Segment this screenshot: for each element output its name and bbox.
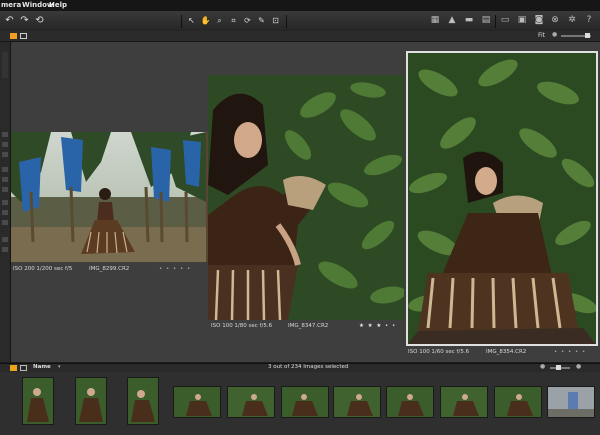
select-icon[interactable]: ↖ xyxy=(186,15,197,26)
exif-info: ISO 200 1/200 sec f/5 xyxy=(13,266,73,272)
person-icon: ● xyxy=(540,363,546,370)
selection-status: 3 out of 234 Images selected xyxy=(268,364,349,370)
rating-stars[interactable]: ★ ★ ★ • • xyxy=(359,321,396,331)
person-icon: ● xyxy=(576,363,582,370)
sort-dropdown[interactable]: Name xyxy=(33,364,51,370)
filename-label: IMG_8354.CR2 xyxy=(486,349,527,355)
filename-label: IMG_8299.CR2 xyxy=(89,266,130,272)
photo-img-8347[interactable] xyxy=(208,75,404,320)
tool-icon[interactable] xyxy=(2,152,8,157)
grid-view-icon[interactable] xyxy=(10,33,17,39)
panel-handle[interactable] xyxy=(2,52,8,78)
tool-icon[interactable] xyxy=(2,220,8,225)
rating-stars[interactable]: • • • • • xyxy=(554,347,586,357)
thumbnail[interactable] xyxy=(227,386,275,418)
tool-icon[interactable] xyxy=(2,167,8,172)
caption-img-8299: ISO 200 1/200 sec f/5 IMG_8299.CR2 • • •… xyxy=(13,264,213,274)
tool-icon[interactable] xyxy=(2,247,8,252)
thumbnail[interactable] xyxy=(22,377,54,425)
tool-icon[interactable] xyxy=(2,142,8,147)
filename-label: IMG_8347.CR2 xyxy=(288,323,329,329)
zoom-slider-handle[interactable] xyxy=(585,33,590,38)
thumbnail[interactable] xyxy=(333,386,381,418)
tool-icon[interactable] xyxy=(2,132,8,137)
redo-icon[interactable]: ↷ xyxy=(18,14,31,27)
caption-img-8347: ISO 100 1/80 sec f/5.6 IMG_8347.CR2 ★ ★ … xyxy=(211,321,406,331)
thumbnail[interactable] xyxy=(173,386,221,418)
list-view-icon[interactable] xyxy=(20,365,27,371)
spot-icon[interactable]: ⊡ xyxy=(270,15,281,26)
image-viewer: ISO 200 1/200 sec f/5 IMG_8299.CR2 • • •… xyxy=(11,42,600,362)
photo-img-8354-selected[interactable] xyxy=(406,51,598,346)
color-picker-icon[interactable]: ✎ xyxy=(256,15,267,26)
lens-icon[interactable]: ⊗ xyxy=(549,14,561,27)
camera-icon[interactable]: ◙ xyxy=(533,14,545,27)
menu-help[interactable]: Help xyxy=(49,1,67,9)
grid-view-icon[interactable] xyxy=(10,365,17,371)
straighten-icon[interactable]: ⟳ xyxy=(242,15,253,26)
exif-info: ISO 100 1/60 sec f/5.6 xyxy=(408,349,470,355)
thumbnail[interactable] xyxy=(281,386,329,418)
exif-info: ISO 100 1/80 sec f/5.6 xyxy=(211,323,273,329)
help-icon[interactable]: ? xyxy=(583,14,595,27)
thumbnail[interactable] xyxy=(75,377,107,425)
import-icon[interactable]: ▬ xyxy=(463,14,475,27)
thumbnail[interactable] xyxy=(547,386,595,418)
export-icon[interactable]: ▭ xyxy=(499,14,511,27)
filmstrip xyxy=(0,372,600,435)
settings-icon[interactable]: ✲ xyxy=(566,14,578,27)
menu-bar: mera Window Help xyxy=(0,0,600,11)
menu-camera[interactable]: mera xyxy=(1,1,21,9)
crop-icon[interactable]: ⌗ xyxy=(228,15,239,26)
hand-icon[interactable]: ✋ xyxy=(200,15,211,26)
tool-icon[interactable] xyxy=(2,237,8,242)
tool-icon[interactable] xyxy=(2,200,8,205)
thumbnail[interactable] xyxy=(386,386,434,418)
person-icon: ● xyxy=(552,31,558,38)
rotate-icon[interactable]: ⟲ xyxy=(33,14,46,27)
fit-label[interactable]: Fit xyxy=(538,32,545,39)
grid-icon[interactable]: ▦ xyxy=(429,14,441,27)
thumbnail[interactable] xyxy=(494,386,542,418)
toolbar: ↶ ↷ ⟲ ↖ ✋ ⌕ ⌗ ⟳ ✎ ⊡ ▦ ▲ ▬ ▤ ▭ ▣ ◙ ⊗ ✲ ? xyxy=(0,11,600,32)
thumbnail[interactable] xyxy=(440,386,488,418)
thumb-size-handle[interactable] xyxy=(556,365,561,370)
chevron-down-icon[interactable]: ▾ xyxy=(58,364,61,370)
single-view-icon[interactable] xyxy=(20,33,27,39)
zoom-icon[interactable]: ⌕ xyxy=(214,15,225,26)
caption-img-8354: ISO 100 1/60 sec f/5.6 IMG_8354.CR2 • • … xyxy=(408,347,598,357)
warning-icon[interactable]: ▲ xyxy=(446,14,458,27)
rating-stars[interactable]: • • • • • xyxy=(159,264,191,274)
left-tool-strip xyxy=(0,42,11,362)
tool-icon[interactable] xyxy=(2,187,8,192)
undo-icon[interactable]: ↶ xyxy=(3,14,16,27)
photo-img-8299[interactable] xyxy=(11,132,206,262)
thumbnail[interactable] xyxy=(127,377,159,425)
album-icon[interactable]: ▤ xyxy=(480,14,492,27)
folder-icon[interactable]: ▣ xyxy=(516,14,528,27)
view-bar: Fit ● xyxy=(0,31,600,42)
tool-icon[interactable] xyxy=(2,177,8,182)
tool-icon[interactable] xyxy=(2,210,8,215)
